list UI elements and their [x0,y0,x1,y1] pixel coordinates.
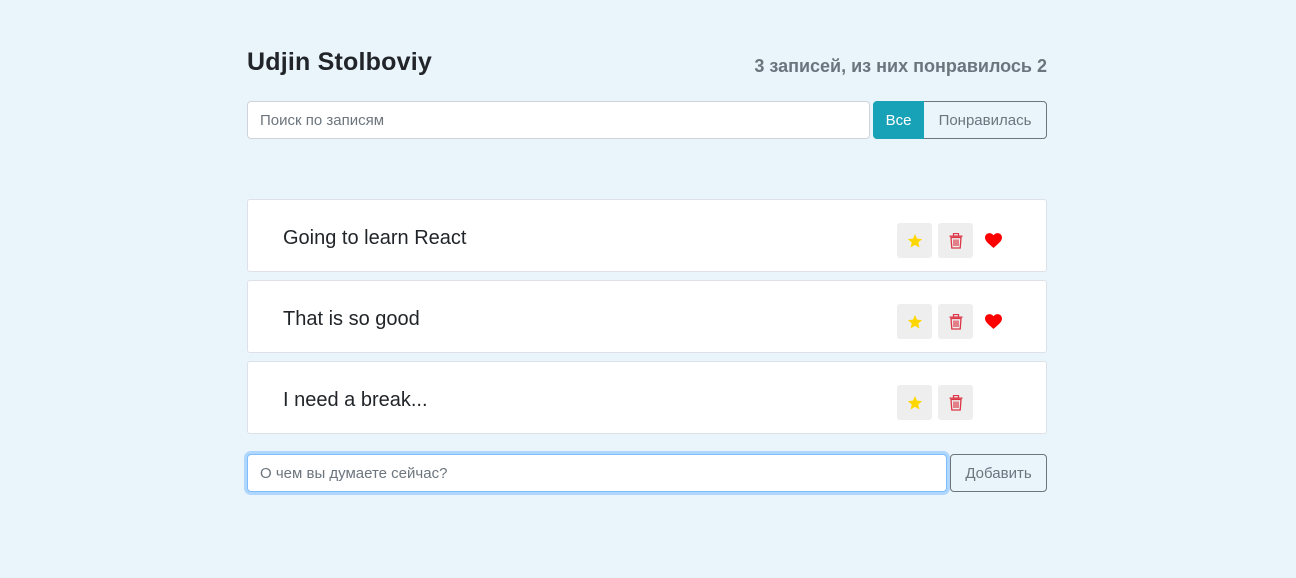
trash-icon [949,313,962,330]
star-icon [907,395,922,409]
post-list: Going to learn React That is so good I n… [247,199,1047,442]
star-button[interactable] [897,385,932,420]
star-icon [907,233,922,247]
page-title: Udjin Stolboviy [247,48,432,76]
heart-icon [984,312,1002,330]
post-label[interactable]: I need a break... [283,389,428,412]
delete-button[interactable] [938,385,973,420]
filter-all-button[interactable]: Все [873,101,924,139]
app-header: Udjin Stolboviy 3 записей, из них понрав… [247,48,1047,82]
star-icon [907,314,922,328]
post-list-item: Going to learn React [247,199,1047,272]
delete-button[interactable] [938,223,973,258]
post-status-filter: Все Понравилась [873,101,1047,139]
post-stats: 3 записей, из них понравилось 2 [754,56,1047,76]
heart-icon [984,231,1002,249]
star-button[interactable] [897,223,932,258]
search-panel: Все Понравилась [247,101,1047,139]
star-button[interactable] [897,304,932,339]
post-list-item: I need a break... [247,361,1047,434]
post-list-item: That is so good [247,280,1047,353]
post-label[interactable]: Going to learn React [283,227,466,250]
add-post-button[interactable]: Добавить [950,454,1047,492]
filter-liked-button[interactable]: Понравилась [924,101,1047,139]
trash-icon [949,394,962,411]
delete-button[interactable] [938,304,973,339]
new-post-input[interactable] [247,454,947,492]
post-add-form: Добавить [247,454,1047,492]
trash-icon [949,232,962,249]
post-label[interactable]: That is so good [283,308,420,331]
search-input[interactable] [247,101,870,139]
